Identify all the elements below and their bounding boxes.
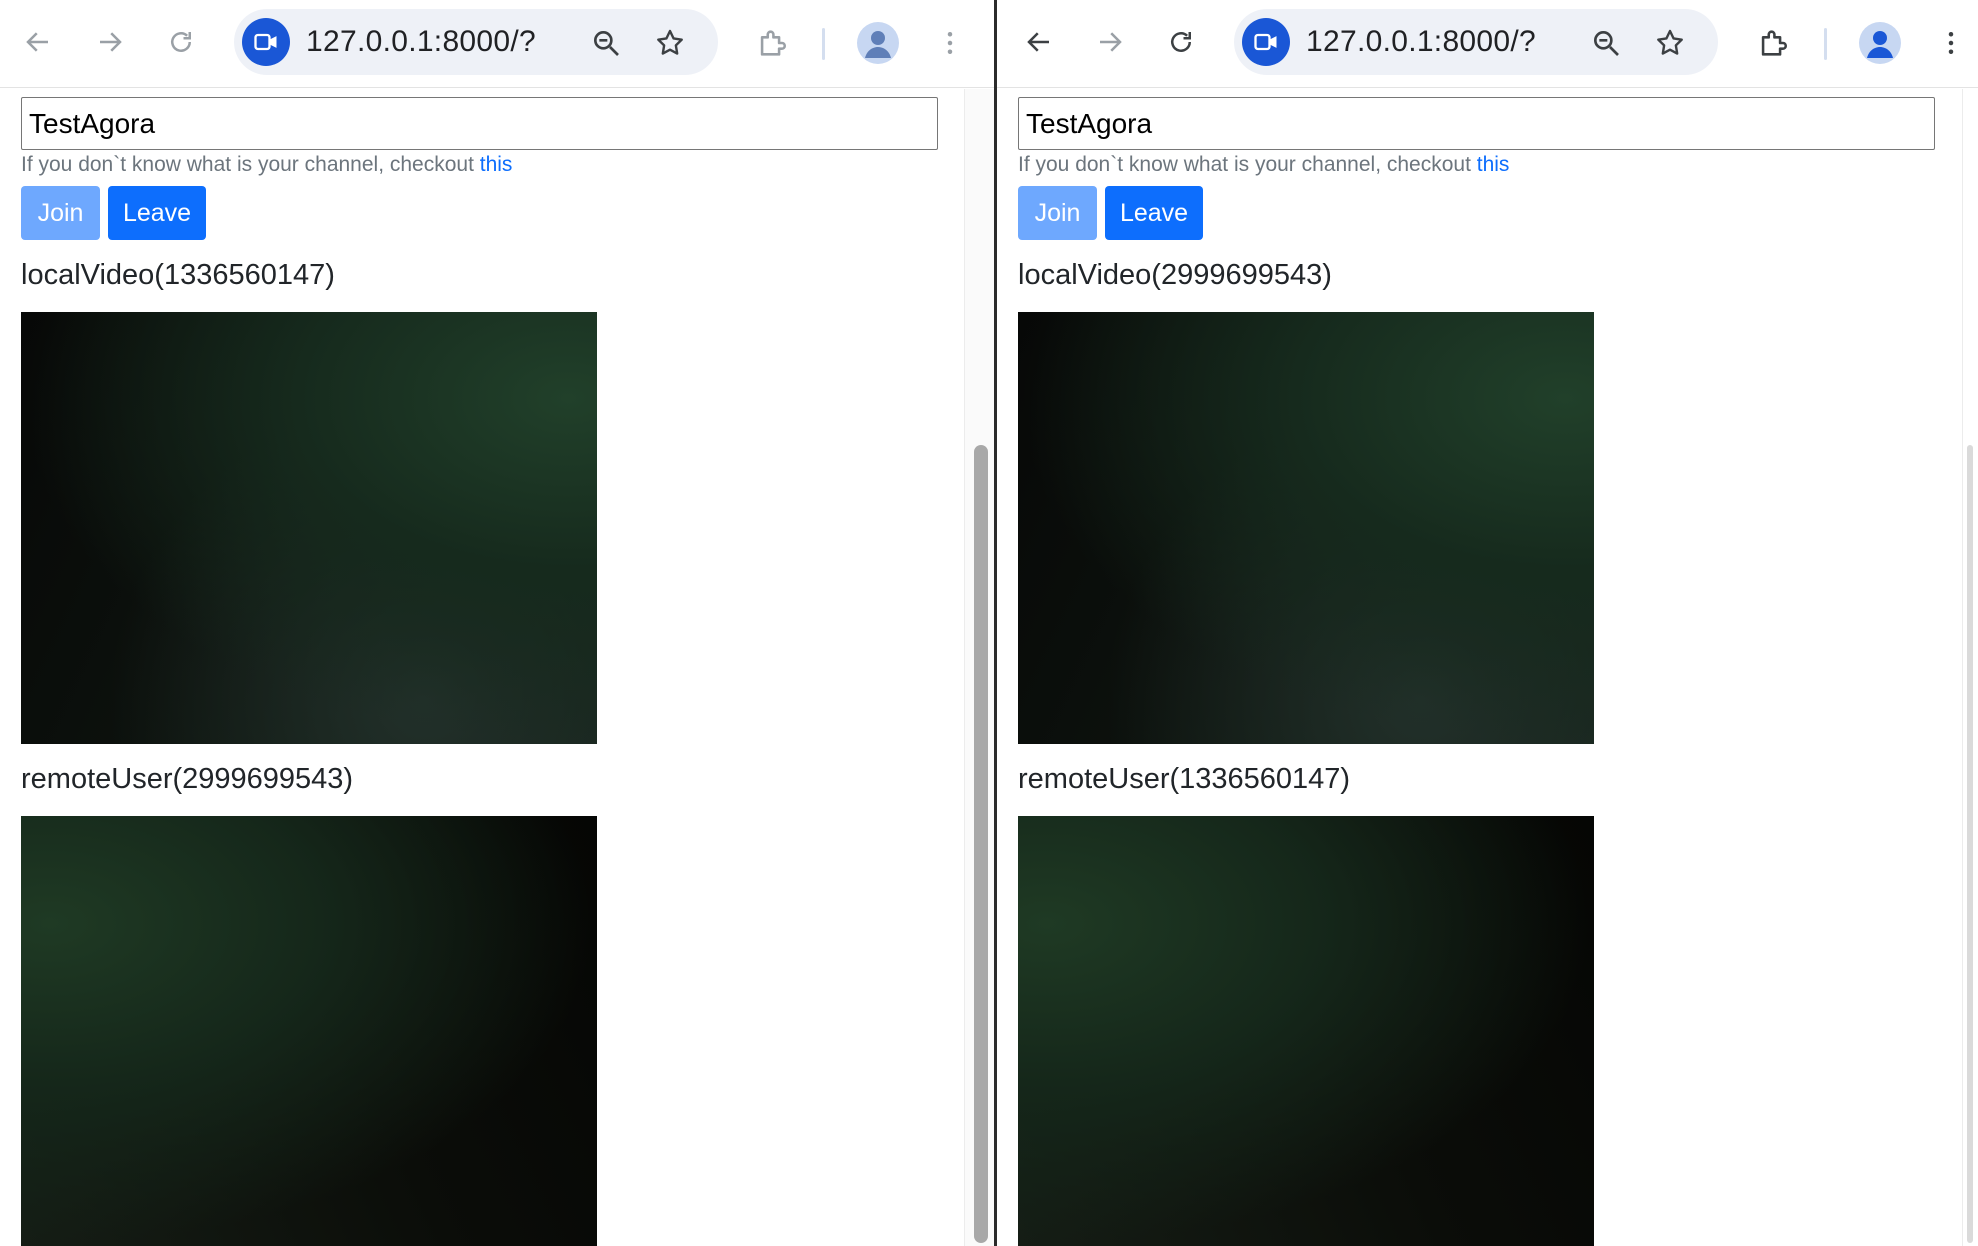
bookmark-button[interactable] <box>1650 23 1690 63</box>
local-video <box>21 312 597 744</box>
helper-text: If you don`t know what is your channel, … <box>1018 153 1477 176</box>
remote-user-label: remoteUser(1336560147) <box>1018 763 1351 795</box>
zoom-icon <box>1594 30 1619 56</box>
menu-button[interactable] <box>1927 19 1975 67</box>
helper-text: If you don`t know what is your channel, … <box>21 153 480 176</box>
zoom-button[interactable] <box>586 23 626 63</box>
page-content: If you don`t know what is your channel, … <box>997 89 1978 1246</box>
channel-helper-text: If you don`t know what is your channel, … <box>21 153 512 177</box>
browser-window-right: 127.0.0.1:8000/? If you don`t know <box>997 0 1978 1246</box>
forward-arrow-icon <box>1100 32 1122 52</box>
reload-button[interactable] <box>1157 18 1205 66</box>
forward-arrow-icon <box>100 32 122 52</box>
extensions-button[interactable] <box>1749 19 1797 67</box>
back-arrow-icon <box>26 32 48 52</box>
profile-button[interactable] <box>857 22 899 64</box>
address-bar[interactable]: 127.0.0.1:8000/? <box>1234 9 1718 75</box>
profile-button[interactable] <box>1859 22 1901 64</box>
reload-button[interactable] <box>157 18 205 66</box>
address-bar[interactable]: 127.0.0.1:8000/? <box>234 9 718 75</box>
url-text: 127.0.0.1:8000/? <box>1306 25 1537 58</box>
scrollbar[interactable] <box>964 89 994 1246</box>
leave-button[interactable]: Leave <box>1105 186 1203 240</box>
back-button[interactable] <box>14 18 62 66</box>
extensions-button[interactable] <box>748 19 796 67</box>
channel-input[interactable] <box>21 97 938 150</box>
extension-icon <box>1761 30 1787 56</box>
local-video <box>1018 312 1594 744</box>
toolbar-separator <box>1824 28 1827 60</box>
back-arrow-icon <box>1027 32 1049 52</box>
checkout-link[interactable]: this <box>480 153 513 176</box>
scrollbar-thumb[interactable] <box>1967 445 1973 1243</box>
back-button[interactable] <box>1015 18 1063 66</box>
site-info-button[interactable] <box>1242 18 1290 66</box>
channel-helper-text: If you don`t know what is your channel, … <box>1018 153 1509 177</box>
scrollbar[interactable] <box>1962 89 1978 1246</box>
forward-button[interactable] <box>86 18 134 66</box>
star-icon <box>1657 29 1683 55</box>
remote-user-label: remoteUser(2999699543) <box>21 763 354 795</box>
local-video-label: localVideo(1336560147) <box>21 259 335 291</box>
local-video-label: localVideo(2999699543) <box>1018 259 1332 291</box>
kebab-menu-icon <box>1948 32 1954 54</box>
kebab-menu-icon <box>947 32 953 54</box>
leave-button[interactable]: Leave <box>108 186 206 240</box>
checkout-link[interactable]: this <box>1477 153 1510 176</box>
zoom-icon <box>594 30 619 56</box>
toolbar-separator <box>822 28 825 60</box>
profile-icon <box>865 31 891 58</box>
browser-toolbar: 127.0.0.1:8000/? <box>997 0 1978 88</box>
site-info-button[interactable] <box>242 18 290 66</box>
browser-window-left: 127.0.0.1:8000/? If you don`t know <box>0 0 994 1246</box>
url-text: 127.0.0.1:8000/? <box>306 25 537 58</box>
extension-icon <box>760 30 786 56</box>
scrollbar-thumb[interactable] <box>974 445 988 1243</box>
profile-icon <box>1867 31 1893 58</box>
forward-button[interactable] <box>1086 18 1134 66</box>
remote-video <box>21 816 597 1246</box>
join-button[interactable]: Join <box>1018 186 1097 240</box>
page-content: If you don`t know what is your channel, … <box>0 89 994 1246</box>
channel-input[interactable] <box>1018 97 1935 150</box>
camera-icon <box>1254 33 1277 51</box>
browser-toolbar: 127.0.0.1:8000/? <box>0 0 994 88</box>
zoom-button[interactable] <box>1586 23 1626 63</box>
camera-icon <box>254 33 277 51</box>
reload-icon <box>171 32 191 52</box>
screen: 127.0.0.1:8000/? If you don`t know <box>0 0 1978 1246</box>
remote-video <box>1018 816 1594 1246</box>
bookmark-button[interactable] <box>650 23 690 63</box>
star-icon <box>657 29 683 55</box>
join-button[interactable]: Join <box>21 186 100 240</box>
reload-icon <box>1171 32 1191 52</box>
menu-button[interactable] <box>926 19 974 67</box>
